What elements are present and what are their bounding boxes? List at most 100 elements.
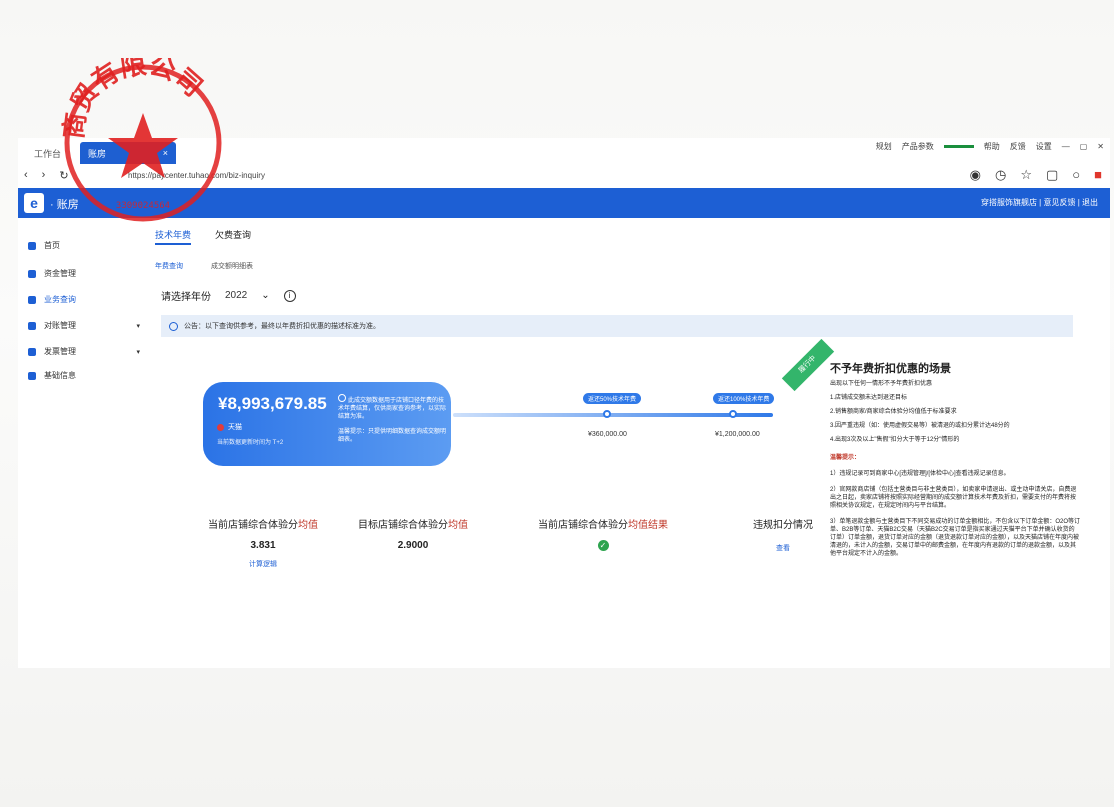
warning-title: 温馨提示： [830, 455, 861, 461]
sidebar-item-label: 发票管理 [44, 347, 76, 356]
svg-text:商贸有限公司: 商贸有限公司 [58, 58, 208, 140]
minimize-icon[interactable]: — [1062, 142, 1070, 151]
year-select[interactable]: 2022 [225, 290, 247, 301]
status-ribbon: 履行中 [781, 338, 835, 392]
progress-value-1: ¥360,000.00 [588, 431, 627, 438]
menu-settings[interactable]: 设置 [1036, 141, 1052, 152]
reconciliation-icon [28, 321, 36, 330]
tmall-icon [217, 423, 224, 431]
year-label: 请选择年份 [161, 292, 211, 303]
chevron-down-icon[interactable]: ⌄ [261, 290, 269, 301]
tab-tech-fee[interactable]: 技术年费 [155, 228, 192, 245]
close-window-icon[interactable]: ✕ [1097, 142, 1104, 151]
tabs-icon[interactable]: ▢ [1046, 167, 1058, 183]
forward-icon[interactable]: › [42, 169, 46, 182]
year-selector-row: 请选择年份 2022 ⌄ i [161, 288, 296, 303]
progress-value-2: ¥1,200,000.00 [715, 431, 760, 438]
platform-label: 天猫 [228, 424, 242, 431]
sidebar-item-label: 业务查询 [44, 295, 76, 304]
sidebar-item-label: 首页 [44, 241, 60, 250]
back-icon[interactable]: ‹ [24, 169, 28, 182]
account-icon[interactable]: ○ [1072, 167, 1080, 183]
info-icon [338, 394, 346, 402]
progress-label-2: 返还100%技术年费 [713, 393, 775, 404]
secondary-tabs: 年费查询 成交额明细表 [155, 261, 253, 271]
menu-product[interactable]: 产品参数 [902, 141, 934, 152]
primary-tabs: 技术年费 欠费查询 [155, 228, 251, 245]
metric-title-text: 当前店铺综合体验分 [538, 520, 628, 531]
sidebar-item-basic-info[interactable]: 基础信息 [28, 370, 140, 381]
sidebar-item-home[interactable]: 首页 [28, 240, 140, 251]
browser-toolbar-icons: ◉ ◷ ☆ ▢ ○ ■ [970, 167, 1102, 183]
card-description-text: 此成交额数据用于店铺口径年费的技术年费结算，仅供商家查询参考，以实际结算为准。 [338, 398, 447, 420]
info-icon[interactable]: i [283, 289, 296, 302]
tab-annual-fee[interactable]: 年费查询 [155, 261, 183, 271]
info-circle-icon [169, 321, 178, 331]
sidebar-item-funds[interactable]: 资金管理 [28, 268, 140, 279]
metric-value: 2.9000 [397, 540, 429, 551]
seal-text: 商贸有限公司 [58, 58, 208, 140]
chevron-down-icon: ▾ [136, 322, 140, 330]
panel-title: 不予年费折扣优惠的场景 [830, 363, 951, 375]
metric-title-em: 均值 [298, 520, 318, 531]
metric-title-text: 目标店铺综合体验分 [358, 520, 448, 531]
app-logo-icon: e [24, 193, 44, 213]
funds-icon [28, 269, 36, 278]
restore-icon[interactable]: ▢ [1080, 142, 1088, 151]
rule-item: 4.出现3次及以上"售假"扣分大于等于12分"情形的 [830, 437, 960, 443]
rule-item: 1.店铺成交额未达到退还目标 [830, 395, 908, 401]
history-icon[interactable]: ◷ [995, 167, 1006, 183]
check-icon: ✓ [597, 540, 609, 551]
notice-banner: 公告：以下查询供参考，最终以年费折扣优惠的描述标准为准。 [161, 315, 1073, 337]
metric-score-result: 当前店铺综合体验分均值结果 ✓ [523, 516, 683, 553]
home-icon [28, 241, 36, 250]
invoice-icon [28, 347, 36, 356]
metric-title-em: 均值结果 [628, 520, 668, 531]
progress-label-1: 返还50%技术年费 [583, 393, 642, 404]
query-icon [28, 295, 36, 304]
calc-logic-link[interactable]: 计算逻辑 [183, 559, 343, 569]
menu-help[interactable]: 帮助 [984, 141, 1000, 152]
metric-title: 当前店铺综合体验分均值结果 [523, 516, 683, 531]
tab-turnover-detail[interactable]: 成交额明细表 [211, 261, 253, 271]
metric-value: 3.831 [250, 540, 276, 551]
metric-target-score: 目标店铺综合体验分均值 2.9000 [333, 516, 493, 551]
progress-node-1 [603, 410, 611, 418]
menu-feedback[interactable]: 反馈 [1010, 141, 1026, 152]
sidebar-item-reconciliation[interactable]: 对账管理 ▾ [28, 320, 140, 331]
warning-paragraph: 2）官网款商店铺（包括主营类目与非主营类目），如卖家申请退出、或主动申请关店，自… [830, 487, 1077, 509]
turnover-card: ¥8,993,679.85 天猫 当前数据更新时间为 T+2 此成交额数据用于店… [203, 382, 451, 466]
sidebar-item-label: 基础信息 [44, 371, 76, 380]
tab-arrears[interactable]: 欠费查询 [215, 228, 251, 245]
tab-label: 工作台 [34, 148, 62, 159]
top-right-menu: 规划 产品参数 帮助 反馈 设置 — ▢ ✕ [876, 141, 1104, 152]
header-links[interactable]: 穿搭服饰旗舰店 | 意见反馈 | 退出 [981, 197, 1098, 208]
metric-title: 目标店铺综合体验分均值 [333, 516, 493, 531]
rule-item: 2.销售额商家/商家综合体验分均值低于标准要求 [830, 409, 957, 415]
menu-plan[interactable]: 规划 [876, 141, 892, 152]
rule-item: 3.因严重违规（如：使用虚假交易等）被清退的或扣分累计达48分的 [830, 423, 1010, 429]
metric-current-score: 当前店铺综合体验分均值 3.831 计算逻辑 [183, 516, 343, 569]
platform-tag: 天猫 [217, 422, 242, 432]
info-icon [28, 371, 36, 380]
sidebar-item-invoice[interactable]: 发票管理 ▾ [28, 346, 140, 357]
seal-code: 3309024564 [116, 201, 170, 211]
refund-progress-track [453, 410, 773, 418]
sidebar-item-business-query[interactable]: 业务查询 [28, 294, 140, 305]
chevron-down-icon: ▾ [136, 348, 140, 356]
extension-icon[interactable]: ◉ [970, 167, 981, 183]
progress-indicator [943, 145, 974, 148]
sidebar-item-label: 资金管理 [44, 269, 76, 278]
panel-subtitle: 出现以下任何一情形不予年费折扣优惠 [830, 381, 933, 387]
notice-text: 公告：以下查询供参考，最终以年费折扣优惠的描述标准为准。 [184, 323, 380, 330]
app-icon[interactable]: ■ [1094, 167, 1102, 183]
metric-title: 当前店铺综合体验分均值 [183, 516, 343, 531]
sidebar-item-label: 对账管理 [44, 321, 76, 330]
sidebar: 首页 资金管理 业务查询 对账管理 ▾ 发票管理 ▾ 基础信息 [18, 218, 143, 668]
metric-title-text: 当前店铺综合体验分 [208, 520, 298, 531]
metric-title-em: 均值 [448, 520, 468, 531]
star-icon[interactable]: ☆ [1020, 167, 1032, 183]
company-seal: 商贸有限公司 3309024564 [58, 58, 222, 222]
progress-node-2 [729, 410, 737, 418]
turnover-amount: ¥8,993,679.85 [218, 394, 327, 413]
